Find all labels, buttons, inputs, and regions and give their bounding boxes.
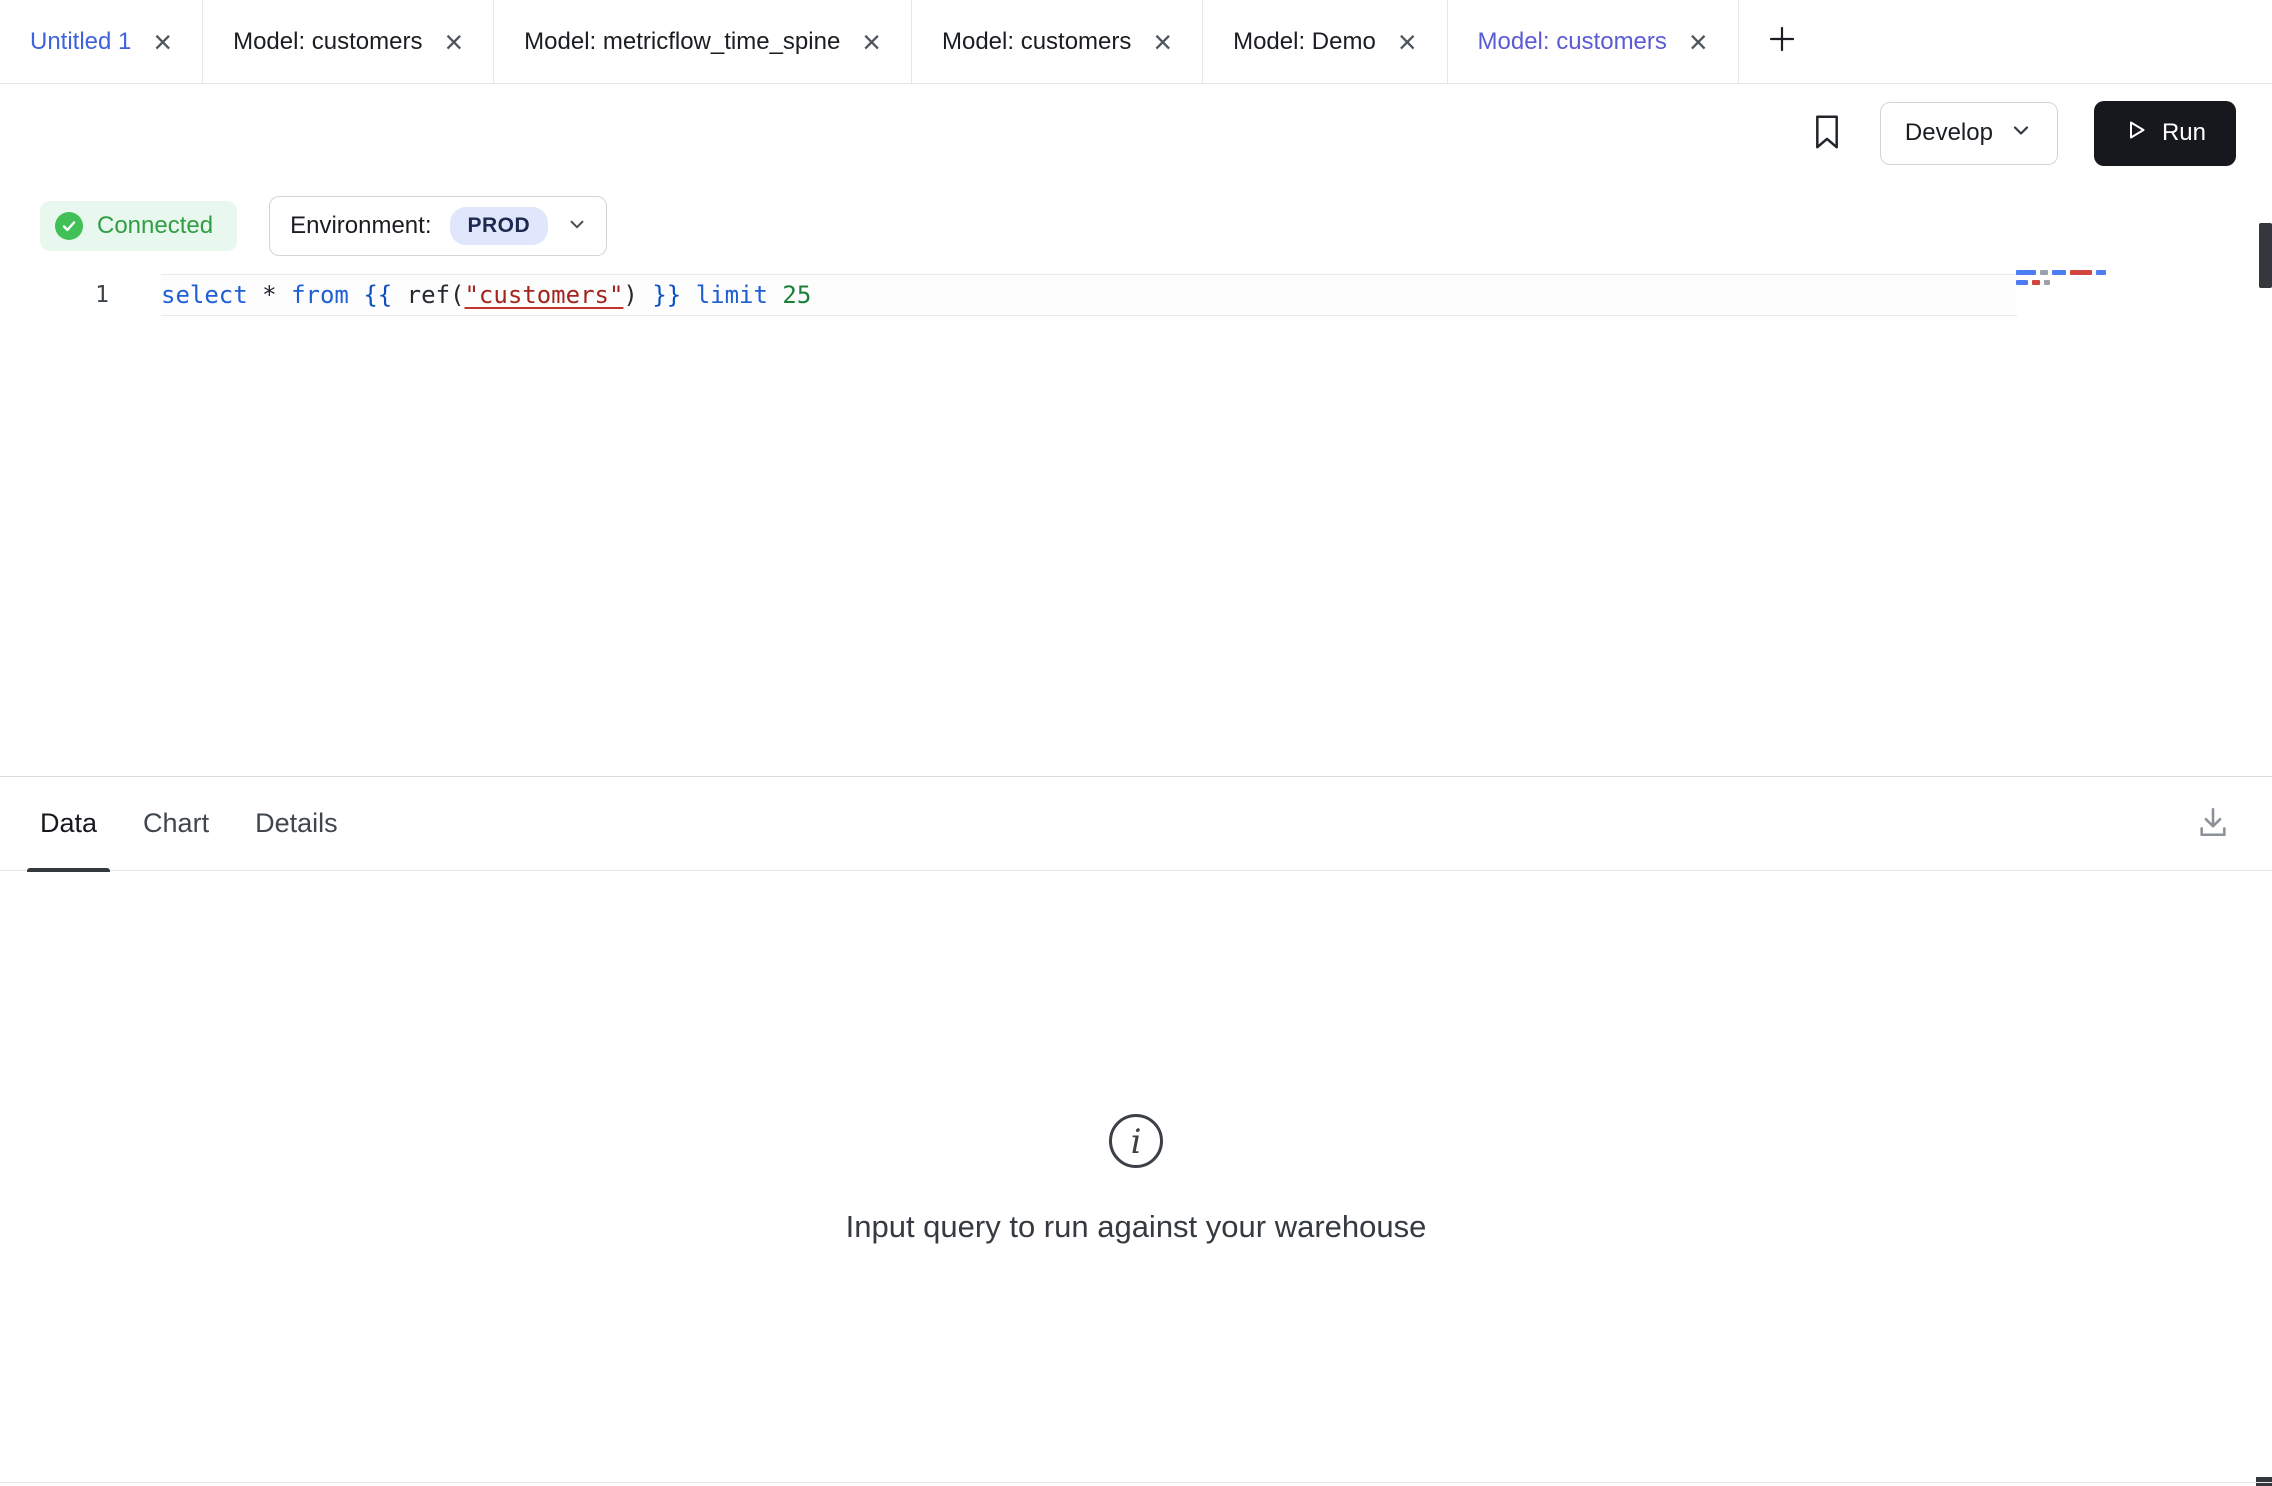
code-editor[interactable]: 1 select * from {{ ref("customers") }} l… [0,270,2272,776]
code-token: ref( [392,281,464,309]
code-text[interactable]: select * from {{ ref("customers") }} lim… [161,274,2017,316]
download-button[interactable] [2196,805,2230,842]
close-icon[interactable]: × [444,26,463,58]
tab-bar: Untitled 1 × Model: customers × Model: m… [0,0,2272,84]
results-panel: Data Chart Details i Input query to r [0,776,2272,1486]
tab-label: Untitled 1 [30,28,131,56]
results-tab-label: Details [255,808,338,839]
info-icon: i [1107,1112,1165,1175]
minimap-mark [2016,270,2036,275]
tab-label: Model: customers [1478,28,1667,56]
code-token [349,281,363,309]
plus-icon [1766,23,1798,60]
close-icon[interactable]: × [1398,26,1417,58]
chevron-down-icon [566,213,588,240]
tab-label: Model: metricflow_time_spine [524,28,840,56]
code-token: from [291,281,349,309]
connection-status-badge: Connected [40,201,237,251]
code-token: ) [623,281,652,309]
bottom-divider [0,1482,2272,1483]
bookmark-icon [1810,114,1844,153]
results-empty-state: i Input query to run against your wareho… [0,871,2272,1486]
close-icon[interactable]: × [862,26,881,58]
ide-page: Untitled 1 × Model: customers × Model: m… [0,0,2272,1486]
close-icon[interactable]: × [1153,26,1172,58]
line-number: 1 [0,274,161,316]
tab-model-demo[interactable]: Model: Demo × [1203,0,1447,83]
download-icon [2196,805,2230,842]
tab-data[interactable]: Data [40,777,97,870]
results-tab-label: Chart [143,808,209,839]
bookmark-button[interactable] [1810,114,1844,153]
minimap-row [2016,280,2114,285]
close-icon[interactable]: × [1689,26,1708,58]
tab-chart[interactable]: Chart [143,777,209,870]
run-button[interactable]: Run [2094,101,2236,166]
results-tab-label: Data [40,808,97,839]
minimap-mark [2052,270,2066,275]
code-token: 25 [782,281,811,309]
tab-model-customers-1[interactable]: Model: customers × [203,0,494,83]
tab-model-customers-2[interactable]: Model: customers × [912,0,1203,83]
svg-text:i: i [1131,1122,1142,1162]
code-token: "customers" [464,281,623,309]
tab-label: Model: customers [942,28,1131,56]
minimap-mark [2044,280,2050,285]
code-token: limit [696,281,768,309]
code-token [768,281,782,309]
environment-selector[interactable]: Environment: PROD [269,196,607,256]
check-icon [55,212,83,240]
code-token [681,281,695,309]
environment-label: Environment: [290,212,431,240]
tab-details[interactable]: Details [255,777,338,870]
toolbar: Develop Run [0,84,2272,182]
play-icon [2124,118,2148,149]
results-tab-bar: Data Chart Details [0,777,2272,871]
empty-state-message: Input query to run against your warehous… [846,1209,1427,1245]
code-line[interactable]: 1 select * from {{ ref("customers") }} l… [0,274,2272,316]
tab-label: Model: customers [233,28,422,56]
environment-value-badge: PROD [450,207,549,245]
develop-button[interactable]: Develop [1880,102,2058,165]
new-tab-button[interactable] [1739,0,1825,83]
minimap-mark [2096,270,2106,275]
tab-model-customers-3[interactable]: Model: customers × [1448,0,1739,83]
tab-untitled-1[interactable]: Untitled 1 × [0,0,203,83]
minimap-mark [2040,270,2048,275]
status-bar: Connected Environment: PROD [0,182,2272,270]
tab-model-metricflow-time-spine[interactable]: Model: metricflow_time_spine × [494,0,912,83]
code-token: * [248,281,291,309]
minimap-mark [2016,280,2028,285]
code-token: {{ [363,281,392,309]
code-token: select [161,281,248,309]
chevron-down-icon [2009,118,2033,149]
scrollbar-thumb[interactable] [2259,223,2272,288]
minimap-row [2016,270,2114,275]
editor-minimap[interactable] [2016,270,2114,285]
connection-status-label: Connected [97,212,213,240]
close-icon[interactable]: × [153,26,172,58]
minimap-mark [2032,280,2040,285]
tab-label: Model: Demo [1233,28,1376,56]
code-token: }} [652,281,681,309]
minimap-mark [2070,270,2092,275]
develop-button-label: Develop [1905,119,1993,147]
run-button-label: Run [2162,119,2206,147]
